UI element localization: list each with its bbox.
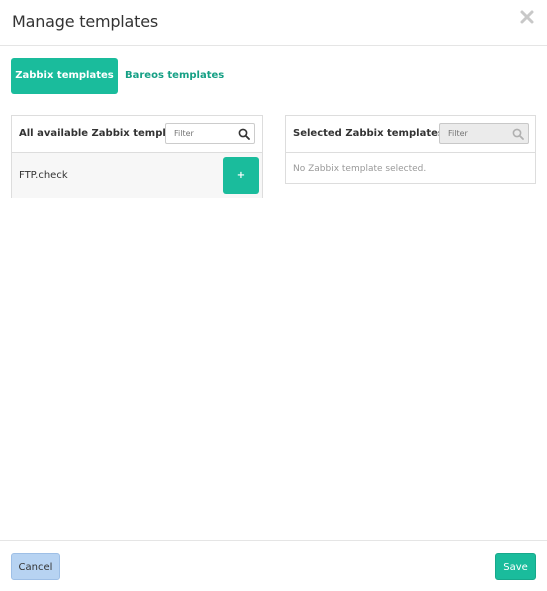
available-filter-input[interactable] bbox=[166, 124, 254, 143]
modal-footer: Cancel Save bbox=[0, 540, 547, 591]
empty-selection-message: No Zabbix template selected. bbox=[293, 164, 427, 174]
selected-panel-header: Selected Zabbix templates bbox=[286, 116, 535, 153]
template-name: FTP.check bbox=[19, 170, 68, 181]
selected-panel-title: Selected Zabbix templates bbox=[293, 128, 444, 139]
selected-filter-input[interactable] bbox=[440, 124, 528, 143]
modal-title: Manage templates bbox=[12, 12, 159, 31]
available-panel-header: All available Zabbix templates bbox=[12, 116, 262, 153]
manage-templates-modal: Manage templates Zabbix templates Bareos… bbox=[0, 0, 547, 591]
available-filter bbox=[165, 123, 255, 144]
modal-header: Manage templates bbox=[0, 0, 547, 46]
selected-templates-panel: Selected Zabbix templates No Zabbix temp… bbox=[285, 115, 536, 184]
cancel-button[interactable]: Cancel bbox=[11, 553, 60, 580]
list-item: FTP.check + bbox=[12, 153, 262, 198]
available-templates-panel: All available Zabbix templates FTP.check… bbox=[11, 115, 263, 198]
tab-zabbix-templates[interactable]: Zabbix templates bbox=[11, 58, 118, 94]
selected-filter bbox=[439, 123, 529, 144]
save-button[interactable]: Save bbox=[495, 553, 536, 580]
tab-bareos-templates[interactable]: Bareos templates bbox=[125, 58, 224, 94]
close-icon[interactable] bbox=[519, 9, 535, 25]
add-template-button[interactable]: + bbox=[223, 157, 259, 194]
